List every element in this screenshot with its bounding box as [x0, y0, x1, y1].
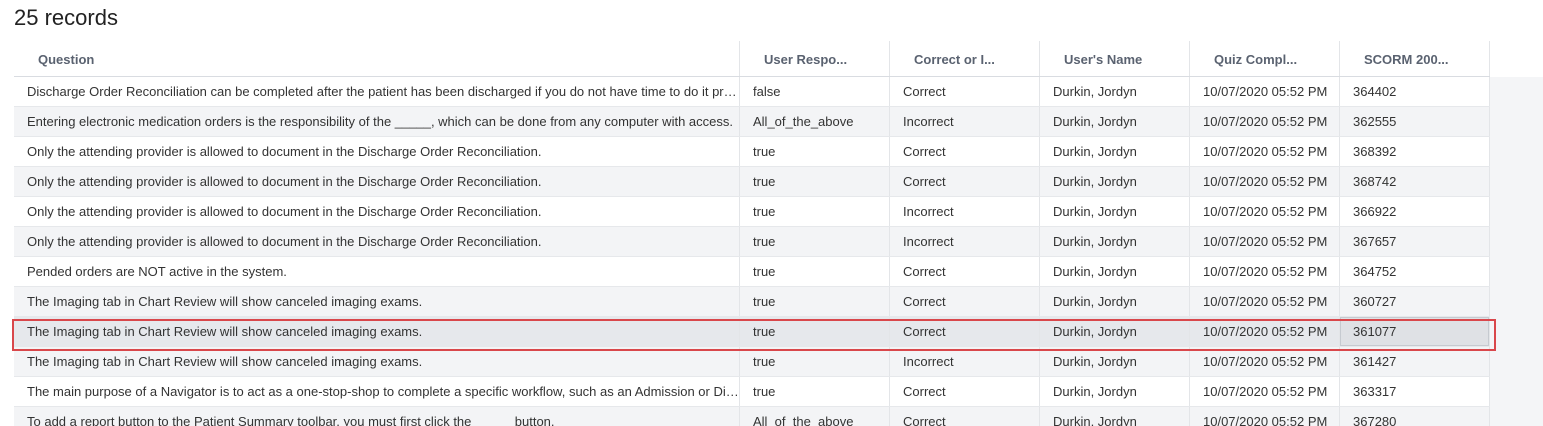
scorm-id-cell[interactable]: 367657 [1340, 227, 1490, 256]
scorm-id-cell[interactable]: 366922 [1340, 197, 1490, 226]
question-cell[interactable]: The main purpose of a Navigator is to ac… [14, 377, 740, 406]
users-name-cell[interactable]: Durkin, Jordyn [1040, 227, 1190, 256]
grid-scroll-gutter [1490, 77, 1543, 426]
table-row[interactable]: The Imaging tab in Chart Review will sho… [14, 287, 1490, 317]
correct-or-incorrect-cell[interactable]: Correct [890, 257, 1040, 286]
correct-or-incorrect-cell[interactable]: Incorrect [890, 227, 1040, 256]
users-name-cell[interactable]: Durkin, Jordyn [1040, 257, 1190, 286]
question-cell[interactable]: Only the attending provider is allowed t… [14, 227, 740, 256]
column-header-users-name[interactable]: User's Name [1040, 41, 1190, 76]
users-name-cell[interactable]: Durkin, Jordyn [1040, 167, 1190, 196]
scorm-id-cell[interactable]: 360727 [1340, 287, 1490, 316]
scorm-id-cell[interactable]: 361427 [1340, 347, 1490, 376]
table-row[interactable]: The Imaging tab in Chart Review will sho… [14, 347, 1490, 377]
scorm-id-cell[interactable]: 368742 [1340, 167, 1490, 196]
quiz-completed-cell[interactable]: 10/07/2020 05:52 PM [1190, 407, 1340, 426]
question-cell[interactable]: Only the attending provider is allowed t… [14, 137, 740, 166]
column-header-quiz-completed[interactable]: Quiz Compl... [1190, 41, 1340, 76]
table-row[interactable]: Only the attending provider is allowed t… [14, 227, 1490, 257]
question-cell[interactable]: Only the attending provider is allowed t… [14, 197, 740, 226]
table-row[interactable]: Entering electronic medication orders is… [14, 107, 1490, 137]
correct-or-incorrect-cell[interactable]: Incorrect [890, 197, 1040, 226]
table-row[interactable]: The main purpose of a Navigator is to ac… [14, 377, 1490, 407]
user-response-cell[interactable]: true [740, 347, 890, 376]
question-cell[interactable]: To add a report button to the Patient Su… [14, 407, 740, 426]
table-row[interactable]: Only the attending provider is allowed t… [14, 167, 1490, 197]
table-row[interactable]: Only the attending provider is allowed t… [14, 197, 1490, 227]
question-cell[interactable]: Pended orders are NOT active in the syst… [14, 257, 740, 286]
users-name-cell[interactable]: Durkin, Jordyn [1040, 347, 1190, 376]
scorm-id-cell[interactable]: 367280 [1340, 407, 1490, 426]
column-header-question[interactable]: Question [14, 41, 740, 76]
users-name-cell[interactable]: Durkin, Jordyn [1040, 197, 1190, 226]
question-cell[interactable]: Discharge Order Reconciliation can be co… [14, 77, 740, 106]
users-name-cell[interactable]: Durkin, Jordyn [1040, 137, 1190, 166]
user-response-cell[interactable]: true [740, 167, 890, 196]
scorm-id-cell[interactable]: 364752 [1340, 257, 1490, 286]
correct-or-incorrect-cell[interactable]: Correct [890, 377, 1040, 406]
user-response-cell[interactable]: true [740, 287, 890, 316]
quiz-completed-cell[interactable]: 10/07/2020 05:52 PM [1190, 287, 1340, 316]
user-response-cell[interactable]: All_of_the_above [740, 107, 890, 136]
column-header-correct-or-incorrect[interactable]: Correct or I... [890, 41, 1040, 76]
table-row[interactable]: Discharge Order Reconciliation can be co… [14, 77, 1490, 107]
table-row[interactable]: The Imaging tab in Chart Review will sho… [14, 317, 1490, 347]
users-name-cell[interactable]: Durkin, Jordyn [1040, 77, 1190, 106]
user-response-cell[interactable]: false [740, 77, 890, 106]
quiz-completed-cell[interactable]: 10/07/2020 05:52 PM [1190, 347, 1340, 376]
user-response-cell[interactable]: All_of_the_above [740, 407, 890, 426]
user-response-cell[interactable]: true [740, 257, 890, 286]
users-name-cell[interactable]: Durkin, Jordyn [1040, 407, 1190, 426]
scorm-id-cell[interactable]: 363317 [1340, 377, 1490, 406]
column-header-scorm[interactable]: SCORM 200... [1340, 41, 1490, 76]
scorm-id-cell[interactable]: 361077 [1340, 317, 1490, 346]
correct-or-incorrect-cell[interactable]: Correct [890, 167, 1040, 196]
user-response-cell[interactable]: true [740, 137, 890, 166]
scorm-id-cell[interactable]: 362555 [1340, 107, 1490, 136]
users-name-cell[interactable]: Durkin, Jordyn [1040, 377, 1190, 406]
correct-or-incorrect-cell[interactable]: Incorrect [890, 107, 1040, 136]
quiz-completed-cell[interactable]: 10/07/2020 05:52 PM [1190, 107, 1340, 136]
quiz-completed-cell[interactable]: 10/07/2020 05:52 PM [1190, 137, 1340, 166]
quiz-completed-cell[interactable]: 10/07/2020 05:52 PM [1190, 227, 1340, 256]
column-header-user-response[interactable]: User Respo... [740, 41, 890, 76]
correct-or-incorrect-cell[interactable]: Correct [890, 317, 1040, 346]
records-grid: Question User Respo... Correct or I... U… [14, 41, 1490, 426]
user-response-cell[interactable]: true [740, 197, 890, 226]
question-cell[interactable]: The Imaging tab in Chart Review will sho… [14, 347, 740, 376]
quiz-completed-cell[interactable]: 10/07/2020 05:52 PM [1190, 197, 1340, 226]
question-cell[interactable]: The Imaging tab in Chart Review will sho… [14, 287, 740, 316]
scorm-id-cell[interactable]: 364402 [1340, 77, 1490, 106]
user-response-cell[interactable]: true [740, 377, 890, 406]
table-row[interactable]: To add a report button to the Patient Su… [14, 407, 1490, 426]
table-row[interactable]: Pended orders are NOT active in the syst… [14, 257, 1490, 287]
user-response-cell[interactable]: true [740, 227, 890, 256]
correct-or-incorrect-cell[interactable]: Correct [890, 287, 1040, 316]
quiz-completed-cell[interactable]: 10/07/2020 05:52 PM [1190, 77, 1340, 106]
correct-or-incorrect-cell[interactable]: Correct [890, 137, 1040, 166]
table-row[interactable]: Only the attending provider is allowed t… [14, 137, 1490, 167]
user-response-cell[interactable]: true [740, 317, 890, 346]
question-cell[interactable]: The Imaging tab in Chart Review will sho… [14, 317, 740, 346]
quiz-completed-cell[interactable]: 10/07/2020 05:52 PM [1190, 377, 1340, 406]
question-cell[interactable]: Entering electronic medication orders is… [14, 107, 740, 136]
quiz-completed-cell[interactable]: 10/07/2020 05:52 PM [1190, 257, 1340, 286]
correct-or-incorrect-cell[interactable]: Correct [890, 77, 1040, 106]
users-name-cell[interactable]: Durkin, Jordyn [1040, 107, 1190, 136]
question-cell[interactable]: Only the attending provider is allowed t… [14, 167, 740, 196]
users-name-cell[interactable]: Durkin, Jordyn [1040, 287, 1190, 316]
correct-or-incorrect-cell[interactable]: Correct [890, 407, 1040, 426]
grid-header: Question User Respo... Correct or I... U… [14, 41, 1490, 77]
users-name-cell[interactable]: Durkin, Jordyn [1040, 317, 1190, 346]
grid-body: Discharge Order Reconciliation can be co… [14, 77, 1490, 426]
quiz-completed-cell[interactable]: 10/07/2020 05:52 PM [1190, 167, 1340, 196]
quiz-completed-cell[interactable]: 10/07/2020 05:52 PM [1190, 317, 1340, 346]
correct-or-incorrect-cell[interactable]: Incorrect [890, 347, 1040, 376]
scorm-id-cell[interactable]: 368392 [1340, 137, 1490, 166]
records-count-title: 25 records [14, 5, 118, 30]
